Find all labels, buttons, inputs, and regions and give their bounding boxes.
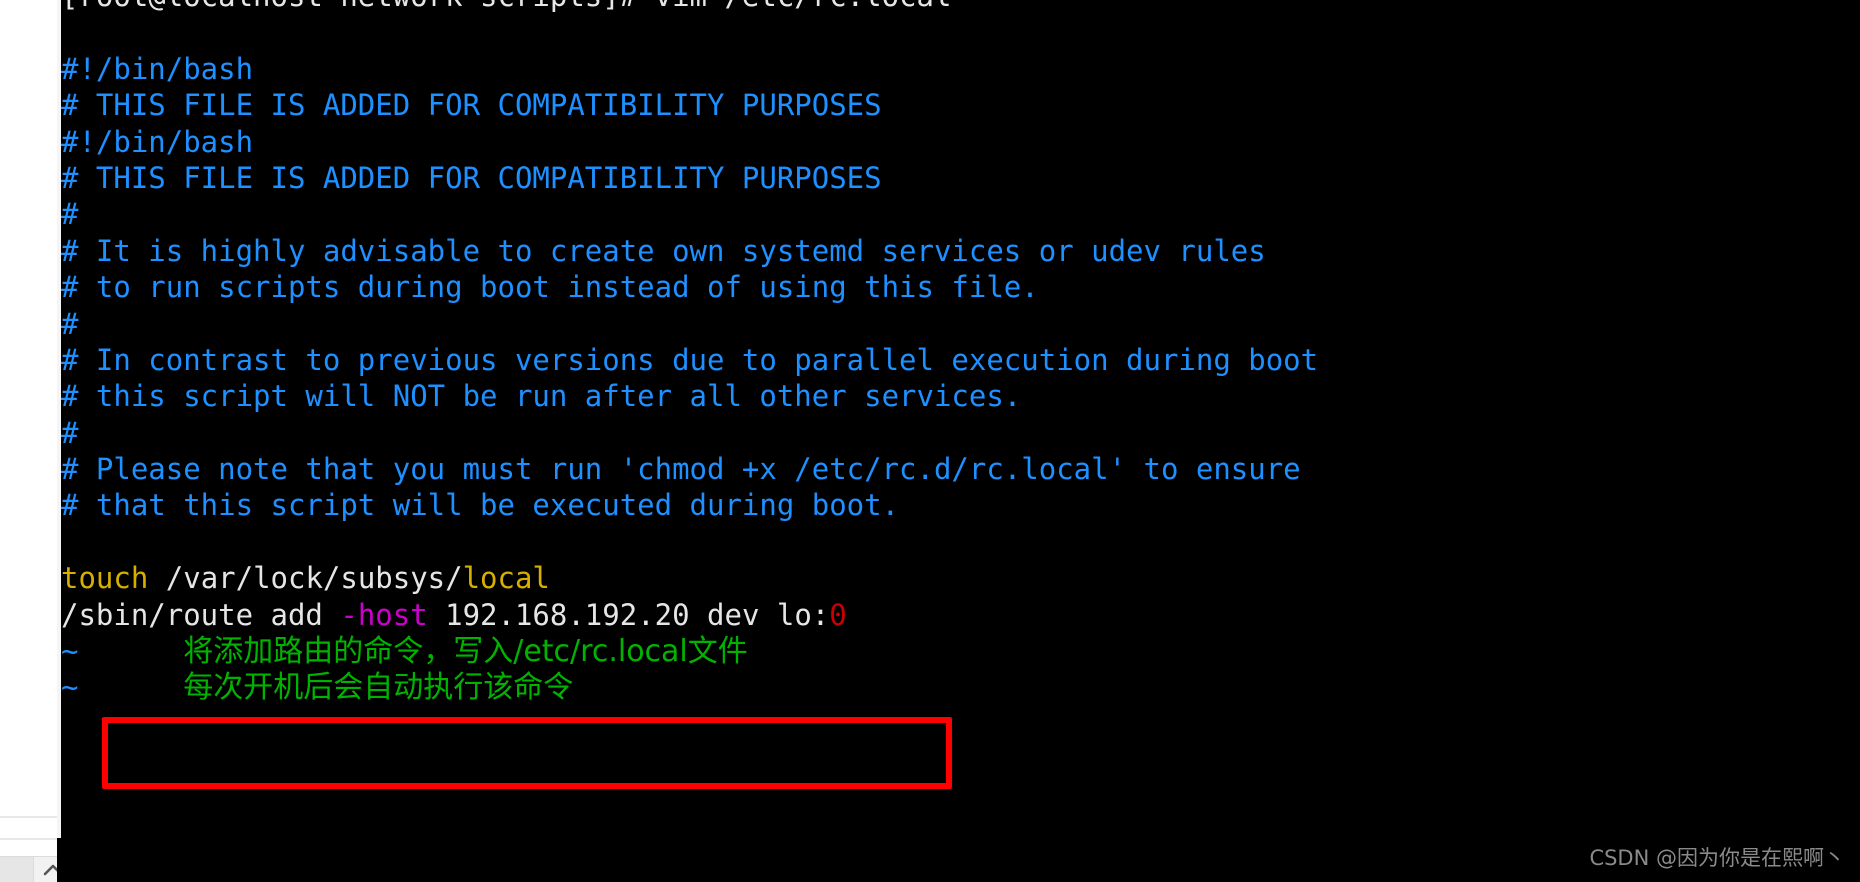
- terminal-text-segment: [root@localhost network-scripts]# vim /e…: [61, 0, 951, 13]
- terminal-line: #!/bin/bash: [61, 124, 1860, 160]
- terminal-line: /sbin/route add -host 192.168.192.20 dev…: [61, 597, 1860, 633]
- terminal-line: # this script will NOT be run after all …: [61, 378, 1860, 414]
- terminal-line: touch /var/lock/subsys/local: [61, 560, 1860, 596]
- csdn-watermark: CSDN @因为你是在熙啊丶: [1589, 846, 1845, 870]
- terminal-line: #: [61, 415, 1860, 451]
- terminal-window[interactable]: [root@localhost network-scripts]# vim /e…: [57, 0, 1860, 882]
- terminal-text-segment: # THIS FILE IS ADDED FOR COMPATIBILITY P…: [61, 88, 882, 123]
- terminal-text-segment: local: [462, 561, 550, 596]
- terminal-text-segment: /var/lock/subsys/: [148, 561, 463, 596]
- red-highlight-rectangle: [102, 717, 952, 789]
- terminal-text-segment: 0: [829, 597, 847, 632]
- terminal-text-segment: /sbin/route add: [61, 597, 341, 632]
- terminal-text-segment: #!/bin/bash: [61, 51, 254, 86]
- terminal-line: # In contrast to previous versions due t…: [61, 342, 1860, 378]
- terminal-text-segment: -host: [340, 597, 428, 632]
- terminal-line: # It is highly advisable to create own s…: [61, 233, 1860, 269]
- terminal-line: # that this script will be executed duri…: [61, 487, 1860, 523]
- terminal-text-segment: #: [61, 197, 79, 232]
- terminal-text-area[interactable]: [root@localhost network-scripts]# vim /e…: [61, 0, 1860, 706]
- terminal-text-segment: ~: [61, 634, 79, 669]
- terminal-text-segment: # THIS FILE IS ADDED FOR COMPATIBILITY P…: [61, 160, 882, 195]
- scroll-widget-side: [0, 856, 33, 882]
- terminal-line: ~ 将添加路由的命令，写入/etc/rc.local文件: [61, 633, 1860, 669]
- terminal-line: #!/bin/bash: [61, 51, 1860, 87]
- terminal-text-segment: # Please note that you must run 'chmod +…: [61, 452, 1301, 487]
- terminal-text-segment: #: [61, 415, 79, 450]
- terminal-text-segment: # that this script will be executed duri…: [61, 488, 900, 523]
- terminal-line: [root@localhost network-scripts]# vim /e…: [61, 0, 1860, 14]
- terminal-text-segment: # In contrast to previous versions due t…: [61, 342, 1319, 377]
- terminal-text-segment: #!/bin/bash: [61, 124, 254, 159]
- screenshot-root: [root@localhost network-scripts]# vim /e…: [0, 0, 1860, 882]
- terminal-text-segment: # to run scripts during boot instead of …: [61, 270, 1039, 305]
- page-divider-upper: [0, 816, 62, 818]
- terminal-text-segment: # It is highly advisable to create own s…: [61, 233, 1266, 268]
- terminal-text-segment: ~: [61, 670, 79, 705]
- terminal-text-segment: 192.168.192.20 dev lo:: [427, 597, 830, 632]
- terminal-text-segment: #: [61, 306, 79, 341]
- terminal-text-segment: 将添加路由的命令，写入/etc/rc.local文件: [183, 634, 748, 670]
- terminal-text-segment: # this script will NOT be run after all …: [61, 379, 1022, 414]
- terminal-line: #: [61, 196, 1860, 232]
- terminal-line: # THIS FILE IS ADDED FOR COMPATIBILITY P…: [61, 160, 1860, 196]
- page-divider-lower: [0, 838, 62, 840]
- terminal-text-segment: touch: [61, 561, 149, 596]
- terminal-text-segment: 每次开机后会自动执行该命令: [183, 670, 574, 706]
- terminal-line: # to run scripts during boot instead of …: [61, 269, 1860, 305]
- terminal-line: # THIS FILE IS ADDED FOR COMPATIBILITY P…: [61, 87, 1860, 123]
- terminal-line: # Please note that you must run 'chmod +…: [61, 451, 1860, 487]
- terminal-line: ~ 每次开机后会自动执行该命令: [61, 669, 1860, 705]
- terminal-line: #: [61, 306, 1860, 342]
